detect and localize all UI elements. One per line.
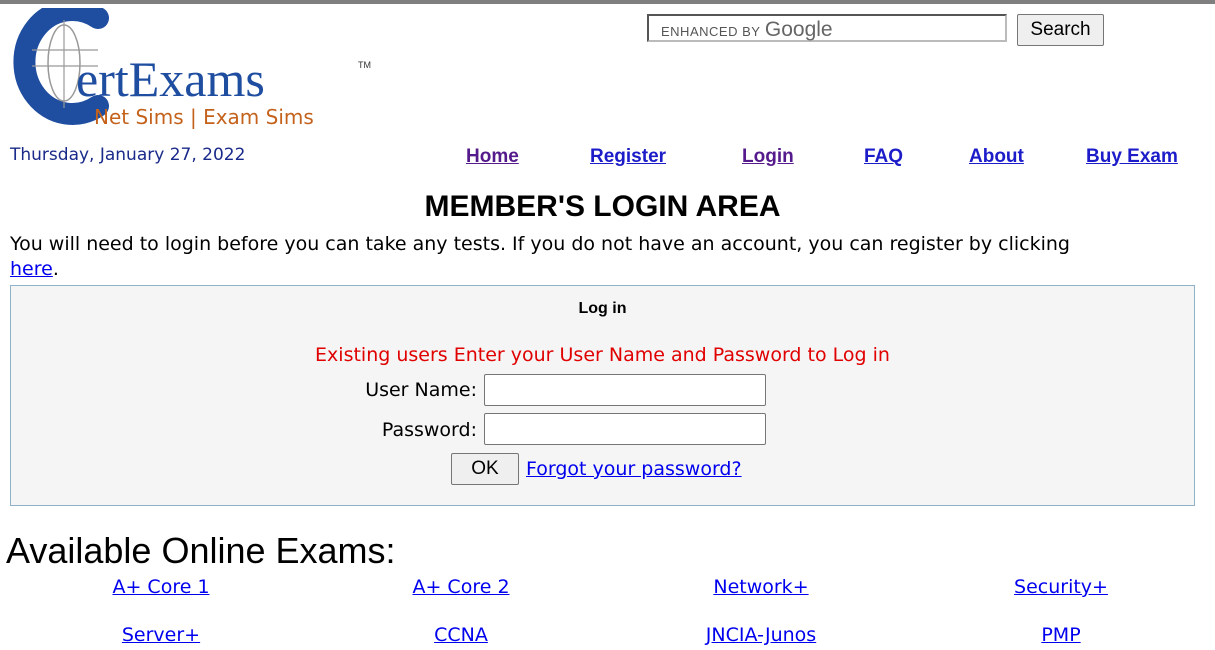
username-field[interactable] <box>484 374 766 406</box>
exam-link[interactable]: A+ Core 1 <box>11 576 311 598</box>
login-panel: Log in Existing users Enter your User Na… <box>10 285 1195 506</box>
certexams-logo[interactable]: ertExams TM Net Sims | Exam Sims <box>6 8 378 130</box>
intro-text: You will need to login before you can ta… <box>10 232 1205 282</box>
google-watermark: ENHANCED BY Google <box>661 18 833 42</box>
login-instructions: Existing users Enter your User Name and … <box>315 344 890 366</box>
password-label: Password: <box>381 419 477 441</box>
forgot-password-link[interactable]: Forgot your password? <box>526 458 742 480</box>
nav-home-link[interactable]: Home <box>466 146 519 168</box>
page-title: MEMBER'S LOGIN AREA <box>424 190 781 223</box>
exam-link[interactable]: A+ Core 2 <box>311 576 611 598</box>
exam-link[interactable]: CCNA <box>311 624 611 646</box>
available-exams-heading: Available Online Exams: <box>6 530 396 571</box>
current-date: Thursday, January 27, 2022 <box>10 145 246 165</box>
exam-link[interactable]: Security+ <box>911 576 1211 598</box>
exam-link[interactable]: PMP <box>911 624 1211 646</box>
exam-link[interactable]: Server+ <box>11 624 311 646</box>
password-field[interactable] <box>484 413 766 445</box>
search-button[interactable]: Search <box>1017 14 1104 46</box>
nav-faq-link[interactable]: FAQ <box>864 146 903 168</box>
nav-buy-exam-link[interactable]: Buy Exam <box>1086 146 1178 168</box>
nav-about-link[interactable]: About <box>969 146 1024 168</box>
exam-link[interactable]: JNCIA-Junos <box>611 624 911 646</box>
logo-tagline: Net Sims | Exam Sims <box>94 105 314 129</box>
top-border <box>0 0 1215 4</box>
intro-sentence: You will need to login before you can ta… <box>10 233 1070 255</box>
login-heading: Log in <box>578 300 627 317</box>
ok-button[interactable]: OK <box>451 453 519 485</box>
logo-trademark: TM <box>358 60 371 70</box>
username-label: User Name: <box>365 379 477 401</box>
search-input[interactable]: ENHANCED BY Google <box>647 14 1007 42</box>
nav-register-link[interactable]: Register <box>590 146 666 168</box>
intro-suffix: . <box>52 258 59 280</box>
logo-brand-text: ertExams <box>76 51 265 107</box>
exam-link[interactable]: Network+ <box>611 576 911 598</box>
register-here-link[interactable]: here <box>10 258 53 280</box>
nav-login-link[interactable]: Login <box>742 146 794 168</box>
logo-graphic: ertExams TM Net Sims | Exam Sims <box>13 8 371 129</box>
google-logo-text: Google <box>764 18 833 41</box>
watermark-prefix: ENHANCED BY <box>661 24 761 39</box>
